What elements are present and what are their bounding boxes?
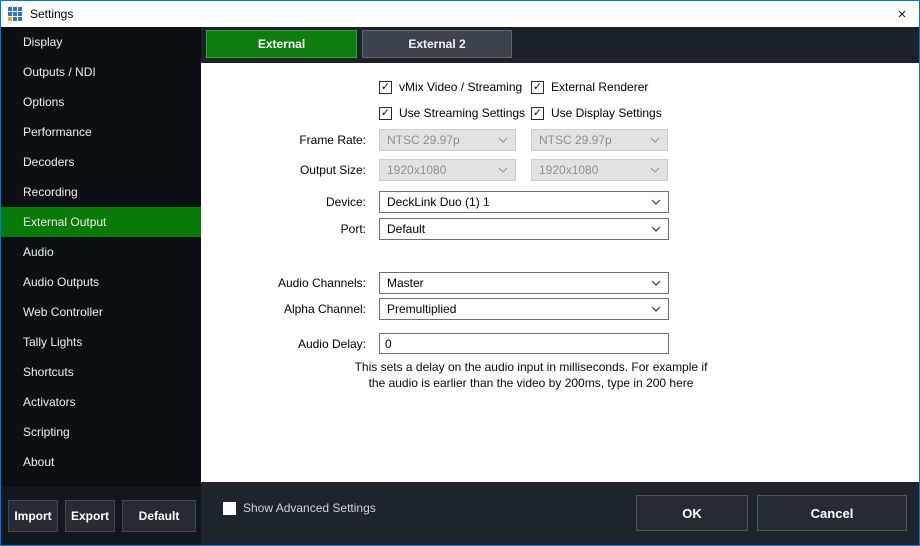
device-value: DeckLink Duo (1) 1 (387, 195, 490, 209)
tab-external[interactable]: External (206, 30, 357, 58)
output-size-value-2: 1920x1080 (539, 163, 598, 177)
port-select[interactable]: Default (379, 218, 669, 240)
sidebar-item-web-controller[interactable]: Web Controller (1, 297, 201, 327)
sidebar-item-display[interactable]: Display (1, 27, 201, 57)
show-advanced-settings-label: Show Advanced Settings (243, 501, 376, 515)
sidebar-item-about[interactable]: About (1, 447, 201, 477)
checkbox-checked-icon: ✓ (379, 81, 392, 94)
sidebar-item-scripting[interactable]: Scripting (1, 417, 201, 447)
import-button[interactable]: Import (8, 500, 58, 532)
chevron-down-icon (650, 137, 660, 143)
device-select[interactable]: DeckLink Duo (1) 1 (379, 191, 669, 213)
audio-delay-help: This sets a delay on the audio input in … (341, 359, 721, 391)
chevron-down-icon (651, 226, 661, 232)
audio-delay-help-line-2: the audio is earlier than the video by 2… (341, 375, 721, 391)
frame-rate-label: Frame Rate: (201, 133, 366, 147)
tab-strip: External External 2 (201, 27, 919, 63)
show-advanced-settings-checkbox[interactable]: Show Advanced Settings (223, 501, 376, 515)
titlebar: Settings × (1, 1, 919, 27)
sidebar-item-audio[interactable]: Audio (1, 237, 201, 267)
ok-button[interactable]: OK (636, 495, 748, 531)
chevron-down-icon (498, 167, 508, 173)
output-size-select-1: 1920x1080 (379, 159, 516, 181)
sidebar-footer: Import Export Default (1, 487, 201, 545)
audio-channels-value: Master (387, 276, 424, 290)
sidebar-item-external-output[interactable]: External Output (1, 207, 201, 237)
checkbox-checked-icon: ✓ (531, 107, 544, 120)
footer-bar: Show Advanced Settings OK Cancel (201, 482, 919, 545)
frame-rate-value-2: NTSC 29.97p (539, 133, 612, 147)
sidebar-item-options[interactable]: Options (1, 87, 201, 117)
frame-rate-select-2: NTSC 29.97p (531, 129, 668, 151)
chevron-down-icon (651, 306, 661, 312)
port-value: Default (387, 222, 425, 236)
external-output-panel: ✓ vMix Video / Streaming ✓ External Rend… (201, 63, 919, 482)
audio-delay-help-line-1: This sets a delay on the audio input in … (341, 359, 721, 375)
chevron-down-icon (650, 167, 660, 173)
sidebar-item-performance[interactable]: Performance (1, 117, 201, 147)
chevron-down-icon (498, 137, 508, 143)
sidebar-item-audio-outputs[interactable]: Audio Outputs (1, 267, 201, 297)
sidebar-item-outputs-ndi[interactable]: Outputs / NDI (1, 57, 201, 87)
output-size-select-2: 1920x1080 (531, 159, 668, 181)
output-size-value-1: 1920x1080 (387, 163, 446, 177)
chevron-down-icon (651, 199, 661, 205)
sidebar-item-activators[interactable]: Activators (1, 387, 201, 417)
cancel-button[interactable]: Cancel (757, 495, 907, 531)
frame-rate-value-1: NTSC 29.97p (387, 133, 460, 147)
sidebar-item-tally-lights[interactable]: Tally Lights (1, 327, 201, 357)
default-button[interactable]: Default (122, 500, 196, 532)
close-icon[interactable]: × (885, 1, 919, 27)
vmix-video-streaming-label: vMix Video / Streaming (399, 80, 522, 94)
audio-channels-select[interactable]: Master (379, 272, 669, 294)
sidebar-item-shortcuts[interactable]: Shortcuts (1, 357, 201, 387)
alpha-channel-select[interactable]: Premultiplied (379, 298, 669, 320)
external-renderer-label: External Renderer (551, 80, 648, 94)
checkbox-checked-icon: ✓ (531, 81, 544, 94)
device-label: Device: (201, 195, 366, 209)
output-size-label: Output Size: (201, 163, 366, 177)
use-display-settings-label: Use Display Settings (551, 106, 662, 120)
frame-rate-select-1: NTSC 29.97p (379, 129, 516, 151)
chevron-down-icon (651, 280, 661, 286)
window-title: Settings (30, 7, 73, 21)
use-streaming-settings-label: Use Streaming Settings (399, 106, 525, 120)
sidebar-item-decoders[interactable]: Decoders (1, 147, 201, 177)
checkbox-unchecked-icon (223, 502, 236, 515)
use-streaming-settings-checkbox[interactable]: ✓ Use Streaming Settings (379, 106, 525, 120)
use-display-settings-checkbox[interactable]: ✓ Use Display Settings (531, 106, 662, 120)
external-renderer-checkbox[interactable]: ✓ External Renderer (531, 80, 648, 94)
alpha-channel-label: Alpha Channel: (201, 302, 366, 316)
vmix-video-streaming-checkbox[interactable]: ✓ vMix Video / Streaming (379, 80, 522, 94)
sidebar: Display Outputs / NDI Options Performanc… (1, 27, 201, 545)
port-label: Port: (201, 222, 366, 236)
audio-channels-label: Audio Channels: (201, 276, 366, 290)
settings-window: Settings × Display Outputs / NDI Options… (0, 0, 920, 546)
sidebar-item-recording[interactable]: Recording (1, 177, 201, 207)
vmix-logo-icon (8, 7, 22, 21)
export-button[interactable]: Export (65, 500, 115, 532)
audio-delay-label: Audio Delay: (201, 337, 366, 351)
tab-external-2[interactable]: External 2 (362, 30, 512, 58)
alpha-channel-value: Premultiplied (387, 302, 456, 316)
checkbox-checked-icon: ✓ (379, 107, 392, 120)
audio-delay-input[interactable] (379, 333, 669, 354)
